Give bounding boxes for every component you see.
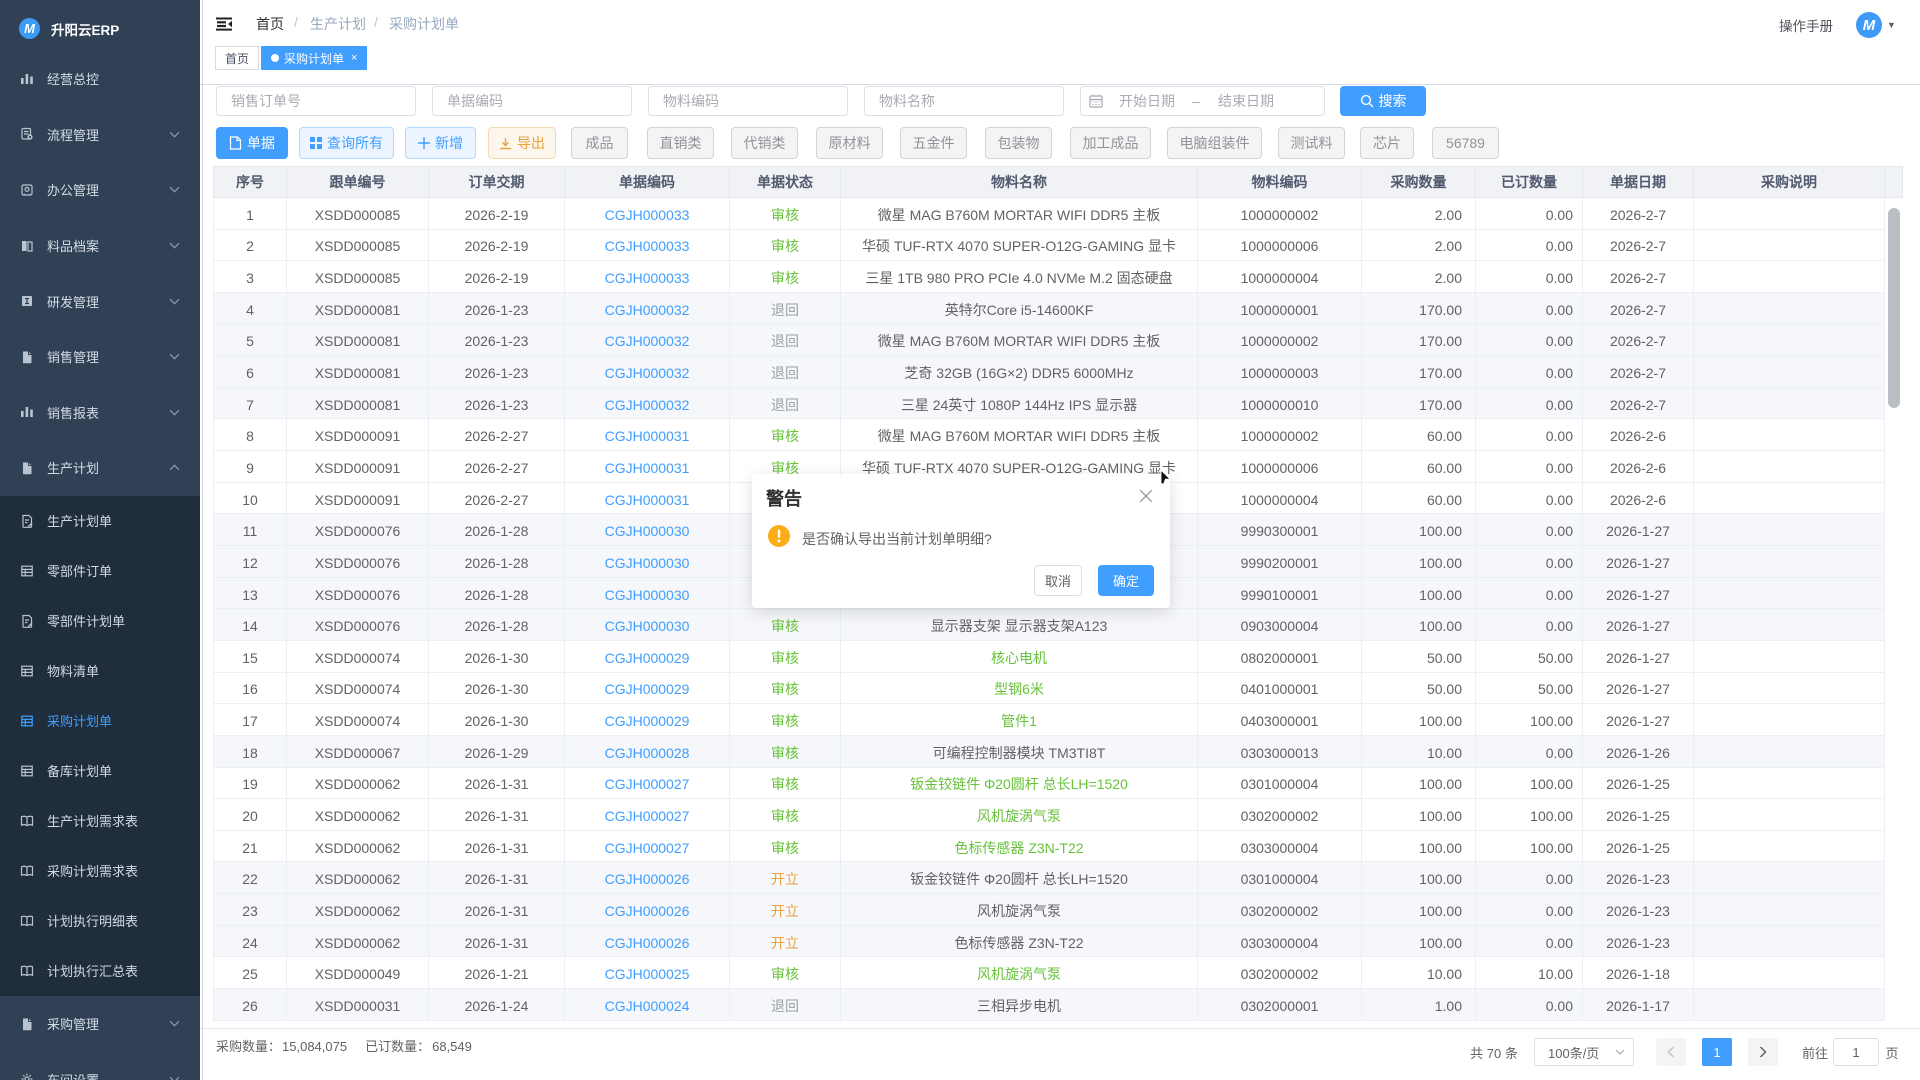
svg-text:M: M — [1863, 17, 1876, 34]
svg-text:M: M — [24, 21, 36, 36]
